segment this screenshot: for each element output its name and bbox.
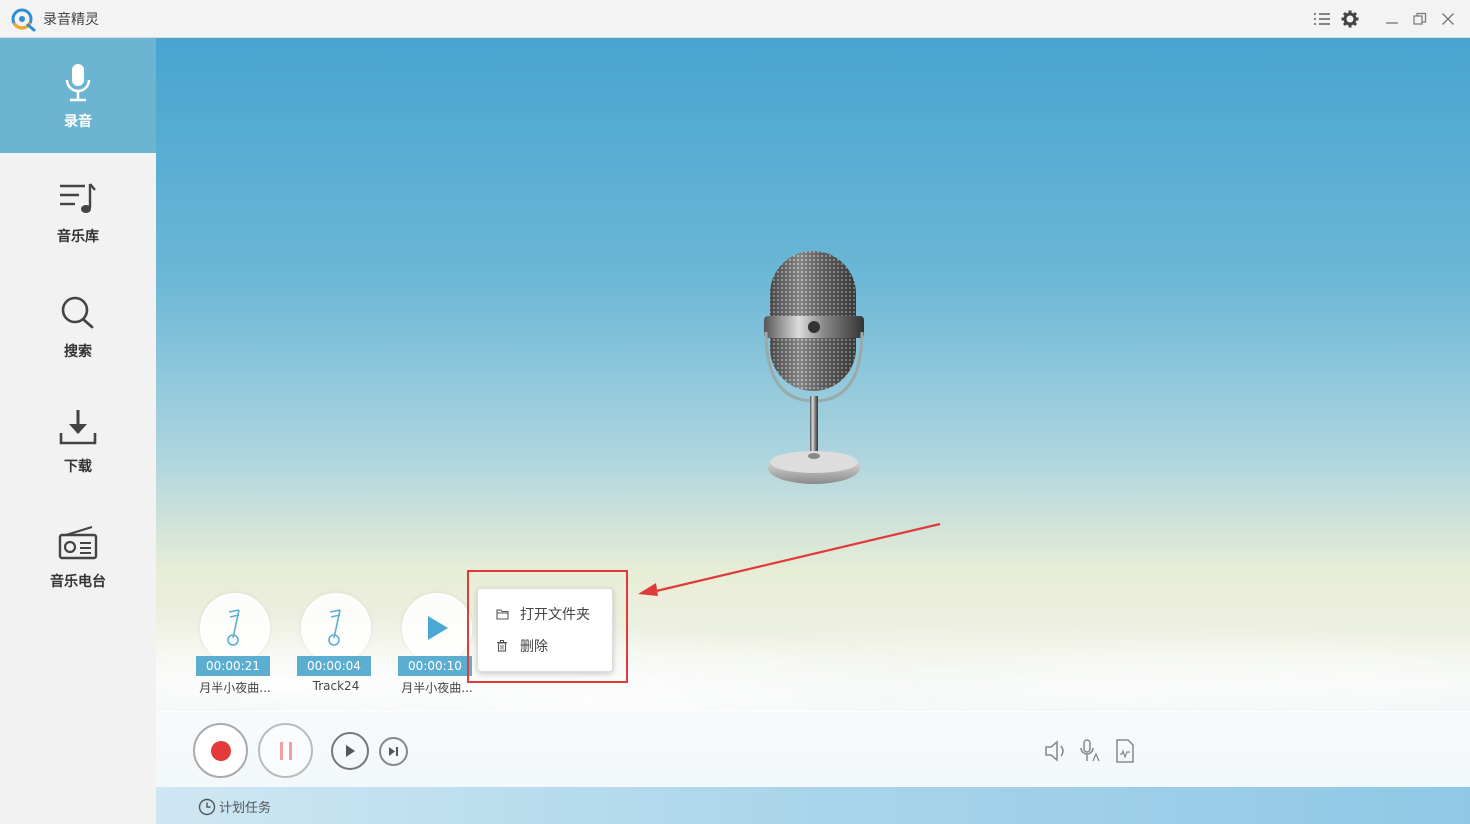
minimize-icon[interactable] (1381, 8, 1403, 30)
music-note-icon (301, 593, 371, 663)
track-item[interactable]: 00:00:21 月半小夜曲... (195, 593, 275, 698)
restore-icon[interactable] (1409, 8, 1431, 30)
track-duration: 00:00:10 (398, 656, 472, 676)
track-name: Track24 (312, 679, 360, 693)
sidebar-item-label: 音乐电台 (50, 573, 106, 590)
play-button[interactable] (331, 732, 369, 770)
menu-item-label: 删除 (520, 639, 548, 655)
play-icon[interactable] (402, 593, 472, 663)
menu-item-label: 打开文件夹 (520, 607, 590, 623)
music-note-icon (200, 593, 270, 663)
download-icon (56, 406, 100, 450)
audio-file-icon[interactable] (1112, 738, 1138, 764)
track-duration: 00:00:04 (297, 656, 371, 676)
track-item[interactable]: 00:00:04 Track24 (296, 593, 376, 698)
track-duration: 00:00:21 (196, 656, 270, 676)
bottom-bar: 计划任务 (156, 787, 1470, 824)
sidebar-item-record[interactable]: 录音 (0, 38, 156, 153)
sidebar-item-music-library[interactable]: 音乐库 (0, 153, 156, 268)
menu-list-icon[interactable] (1311, 8, 1333, 30)
app-title: 录音精灵 (43, 12, 99, 28)
record-icon (210, 740, 231, 761)
menu-item-delete[interactable]: 删除 (478, 631, 614, 661)
sidebar-item-radio[interactable]: 音乐电台 (0, 498, 156, 613)
annotation-arrow (638, 522, 941, 596)
next-button[interactable] (379, 737, 408, 766)
folder-icon (496, 607, 510, 621)
microphone-icon (56, 61, 100, 105)
speaker-volume-icon[interactable] (1043, 738, 1069, 764)
sidebar-item-label: 音乐库 (57, 228, 99, 245)
app-logo-icon (11, 8, 36, 32)
sidebar-item-download[interactable]: 下载 (0, 383, 156, 498)
music-list-icon (56, 176, 100, 220)
sidebar: 录音 音乐库 搜索 下载 音乐电台 (0, 38, 156, 824)
sidebar-item-label: 搜索 (64, 343, 92, 360)
schedule-task-label: 计划任务 (219, 801, 272, 816)
context-menu: 打开文件夹 删除 (477, 588, 613, 672)
track-item[interactable]: 00:00:10 月半小夜曲... (397, 593, 477, 698)
radio-icon (56, 521, 100, 565)
track-name: 月半小夜曲... (199, 681, 271, 695)
skip-next-icon (389, 747, 398, 756)
main-area: 00:00:21 月半小夜曲... 00:00:04 Track24 00:00… (156, 38, 1470, 824)
mic-input-icon[interactable] (1077, 738, 1103, 764)
title-bar: 录音精灵 (0, 0, 1470, 38)
menu-item-open-folder[interactable]: 打开文件夹 (478, 599, 614, 629)
pause-button[interactable] (258, 723, 313, 778)
settings-gear-icon[interactable] (1339, 8, 1361, 30)
microphone-illustration-icon (764, 251, 864, 484)
schedule-task-button[interactable]: 计划任务 (198, 797, 271, 816)
clock-icon (198, 798, 216, 815)
close-icon[interactable] (1437, 8, 1459, 30)
sidebar-item-search[interactable]: 搜索 (0, 268, 156, 383)
sidebar-item-label: 录音 (64, 113, 92, 130)
sidebar-item-label: 下载 (64, 458, 92, 475)
play-icon (346, 745, 355, 757)
record-button[interactable] (193, 723, 248, 778)
trash-icon (496, 639, 510, 653)
search-icon (56, 291, 100, 335)
pause-icon (279, 741, 292, 760)
player-controls (156, 711, 1470, 787)
